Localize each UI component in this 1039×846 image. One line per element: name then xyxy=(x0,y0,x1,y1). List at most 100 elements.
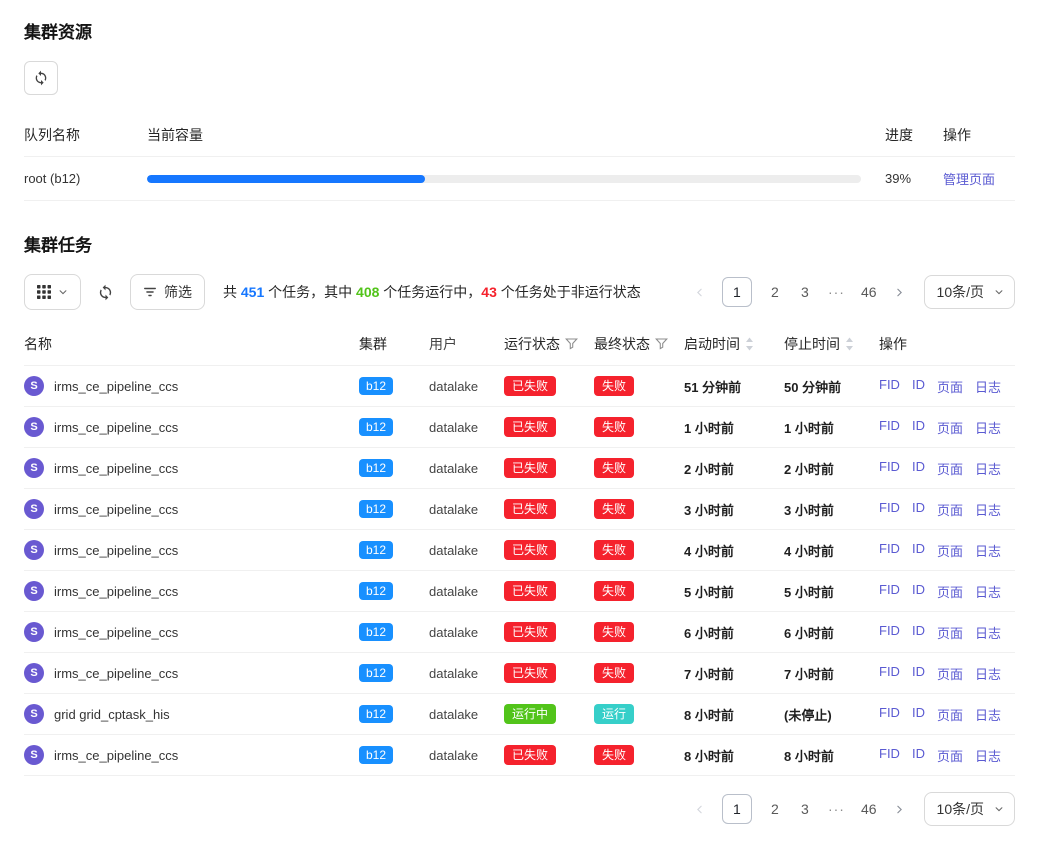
task-name: irms_ce_pipeline_ccs xyxy=(54,420,178,435)
manage-page-link[interactable]: 管理页面 xyxy=(943,172,995,187)
page-button-46[interactable]: 46 xyxy=(861,284,877,300)
task-name: irms_ce_pipeline_ccs xyxy=(54,502,178,517)
user-name: datalake xyxy=(429,666,504,681)
log-link[interactable]: 日志 xyxy=(975,377,1001,396)
final-status-badge: 失败 xyxy=(594,540,634,560)
run-status-badge: 已失败 xyxy=(504,417,556,437)
resources-table-header: 队列名称 当前容量 进度 操作 xyxy=(24,113,1015,157)
id-link[interactable]: ID xyxy=(912,377,925,396)
fid-link[interactable]: FID xyxy=(879,418,900,437)
log-link[interactable]: 日志 xyxy=(975,582,1001,601)
fid-link[interactable]: FID xyxy=(879,664,900,683)
page-button-2[interactable]: 2 xyxy=(768,284,782,300)
stop-time: 8 小时前 xyxy=(784,746,879,765)
prev-page-button[interactable] xyxy=(693,286,706,299)
col-header-queue-name: 队列名称 xyxy=(24,125,147,145)
id-link[interactable]: ID xyxy=(912,459,925,478)
page-link[interactable]: 页面 xyxy=(937,418,963,437)
bottom-pagination-area: 1 2 3 ··· 46 10条/页 xyxy=(24,792,1015,826)
filter-button[interactable]: 筛选 xyxy=(130,274,205,310)
layout-dropdown-button[interactable] xyxy=(24,274,81,310)
log-link[interactable]: 日志 xyxy=(975,541,1001,560)
page-button-2[interactable]: 2 xyxy=(768,801,782,817)
start-time: 1 小时前 xyxy=(684,418,784,437)
id-link[interactable]: ID xyxy=(912,500,925,519)
log-link[interactable]: 日志 xyxy=(975,623,1001,642)
stop-time: 3 小时前 xyxy=(784,500,879,519)
task-row: S irms_ce_pipeline_ccs b12 datalake 已失败 … xyxy=(24,653,1015,694)
filter-button-label: 筛选 xyxy=(164,282,192,302)
page-button-3[interactable]: 3 xyxy=(798,284,812,300)
fid-link[interactable]: FID xyxy=(879,705,900,724)
fid-link[interactable]: FID xyxy=(879,541,900,560)
user-name: datalake xyxy=(429,420,504,435)
run-status-badge: 已失败 xyxy=(504,376,556,396)
sync-icon xyxy=(33,70,49,86)
log-link[interactable]: 日志 xyxy=(975,664,1001,683)
sorter-icon[interactable] xyxy=(745,337,754,351)
run-status-badge: 已失败 xyxy=(504,458,556,478)
queue-name: root (b12) xyxy=(24,171,147,186)
fid-link[interactable]: FID xyxy=(879,582,900,601)
run-status-badge: 已失败 xyxy=(504,622,556,642)
log-link[interactable]: 日志 xyxy=(975,705,1001,724)
run-status-badge: 已失败 xyxy=(504,499,556,519)
id-link[interactable]: ID xyxy=(912,705,925,724)
stop-time: (未停止) xyxy=(784,705,879,724)
log-link[interactable]: 日志 xyxy=(975,746,1001,765)
page-link[interactable]: 页面 xyxy=(937,623,963,642)
page-button-46[interactable]: 46 xyxy=(861,801,877,817)
id-link[interactable]: ID xyxy=(912,541,925,560)
page-button-3[interactable]: 3 xyxy=(798,801,812,817)
page-link[interactable]: 页面 xyxy=(937,664,963,683)
run-status-badge: 已失败 xyxy=(504,745,556,765)
page-button-1[interactable]: 1 xyxy=(722,794,752,824)
prev-page-button[interactable] xyxy=(693,803,706,816)
next-page-button[interactable] xyxy=(893,803,906,816)
start-time: 2 小时前 xyxy=(684,459,784,478)
log-link[interactable]: 日志 xyxy=(975,459,1001,478)
final-status-badge: 失败 xyxy=(594,663,634,683)
id-link[interactable]: ID xyxy=(912,623,925,642)
final-status-badge: 失败 xyxy=(594,622,634,642)
page-link[interactable]: 页面 xyxy=(937,582,963,601)
not-running-task-count: 43 xyxy=(481,284,497,300)
toolbar-pagination-area: 1 2 3 ··· 46 10条/页 xyxy=(693,275,1015,309)
start-time: 3 小时前 xyxy=(684,500,784,519)
sorter-icon[interactable] xyxy=(845,337,854,351)
fid-link[interactable]: FID xyxy=(879,377,900,396)
page-link[interactable]: 页面 xyxy=(937,746,963,765)
task-row: S irms_ce_pipeline_ccs b12 datalake 已失败 … xyxy=(24,407,1015,448)
cluster-tag: b12 xyxy=(359,664,393,682)
page-link[interactable]: 页面 xyxy=(937,377,963,396)
filter-funnel-icon[interactable] xyxy=(565,337,578,350)
fid-link[interactable]: FID xyxy=(879,746,900,765)
next-page-button[interactable] xyxy=(893,286,906,299)
id-link[interactable]: ID xyxy=(912,418,925,437)
refresh-tasks-button[interactable] xyxy=(97,284,114,301)
fid-link[interactable]: FID xyxy=(879,500,900,519)
page-link[interactable]: 页面 xyxy=(937,500,963,519)
fid-link[interactable]: FID xyxy=(879,459,900,478)
page-link[interactable]: 页面 xyxy=(937,705,963,724)
page-size-select[interactable]: 10条/页 xyxy=(924,792,1015,826)
fid-link[interactable]: FID xyxy=(879,623,900,642)
page-size-label: 10条/页 xyxy=(937,282,984,302)
id-link[interactable]: ID xyxy=(912,664,925,683)
page-button-1[interactable]: 1 xyxy=(722,277,752,307)
id-link[interactable]: ID xyxy=(912,582,925,601)
page-link[interactable]: 页面 xyxy=(937,541,963,560)
id-link[interactable]: ID xyxy=(912,746,925,765)
page-size-select[interactable]: 10条/页 xyxy=(924,275,1015,309)
log-link[interactable]: 日志 xyxy=(975,500,1001,519)
task-row: S grid grid_cptask_his b12 datalake 运行中 … xyxy=(24,694,1015,735)
filter-funnel-icon[interactable] xyxy=(655,337,668,350)
user-name: datalake xyxy=(429,379,504,394)
spark-app-icon: S xyxy=(24,704,44,724)
user-name: datalake xyxy=(429,625,504,640)
refresh-resources-button[interactable] xyxy=(24,61,58,95)
run-status-badge: 已失败 xyxy=(504,581,556,601)
col-header-final-status: 最终状态 xyxy=(594,334,650,354)
page-link[interactable]: 页面 xyxy=(937,459,963,478)
log-link[interactable]: 日志 xyxy=(975,418,1001,437)
